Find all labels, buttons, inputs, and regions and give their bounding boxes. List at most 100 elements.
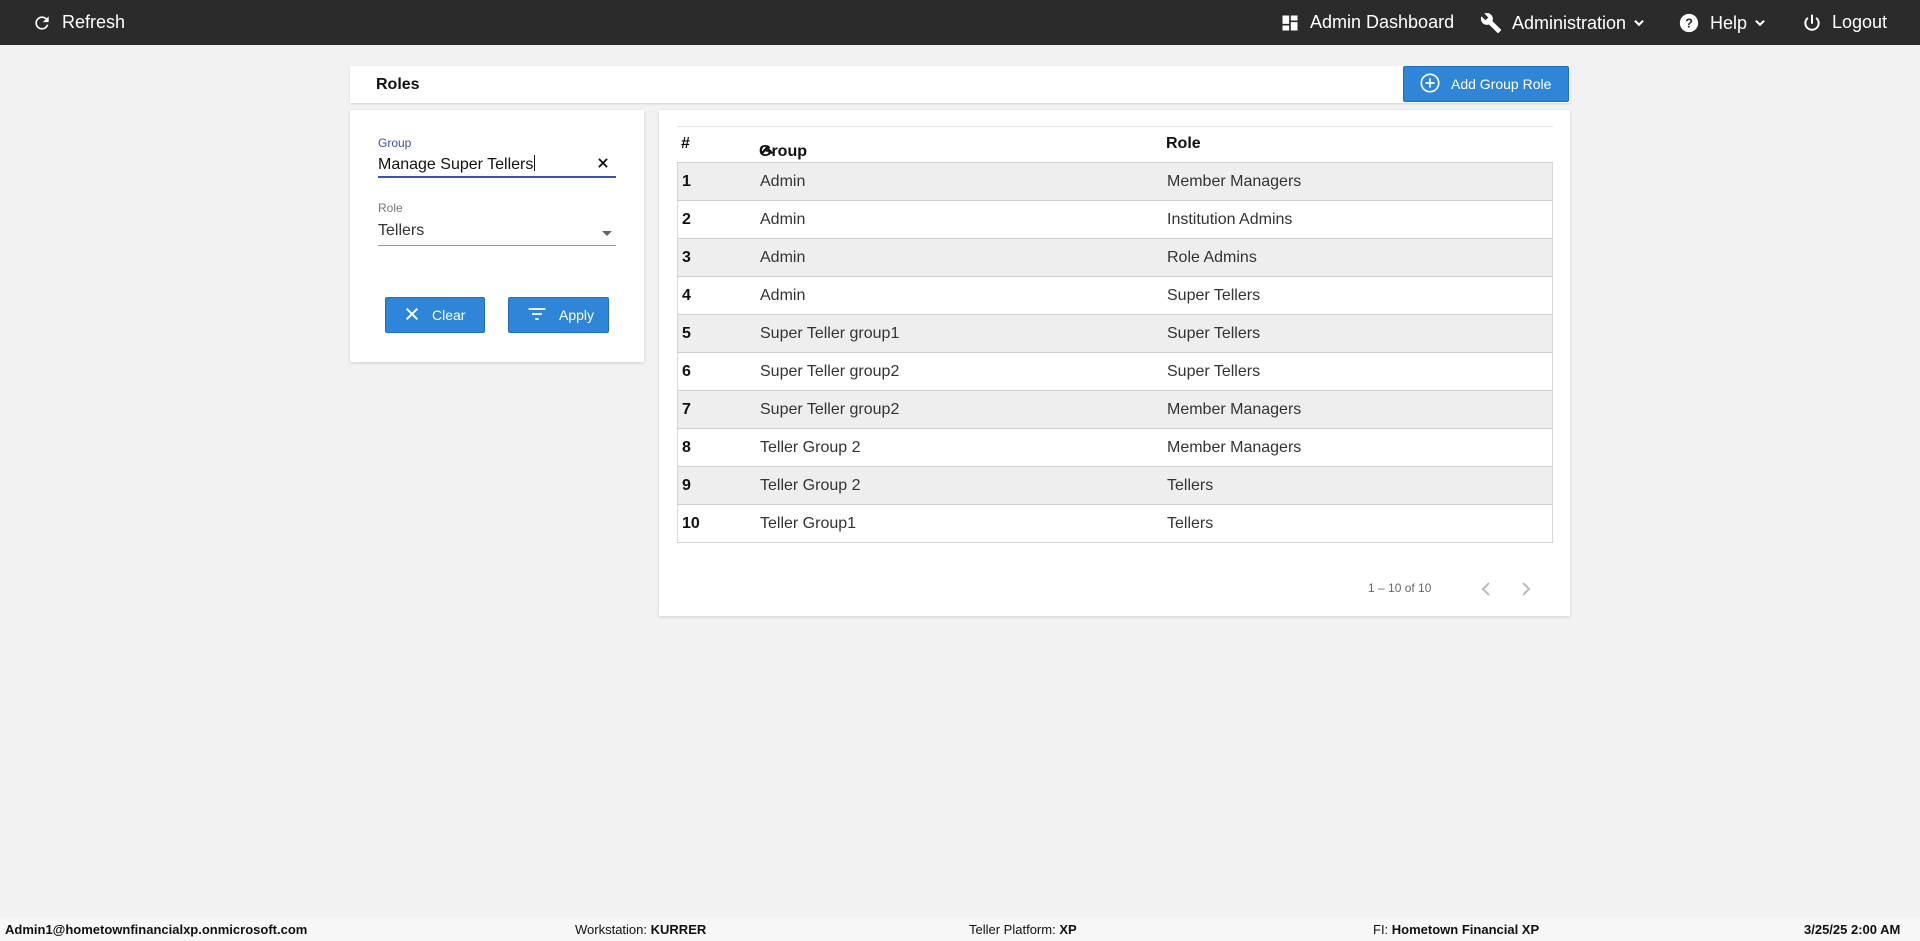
footer-fi: FI: Hometown Financial XP: [1373, 922, 1539, 937]
workstation-label: Workstation:: [575, 922, 648, 937]
close-icon: [386, 306, 432, 325]
row-group-cell: Admin: [760, 173, 806, 190]
add-group-role-button[interactable]: Add Group Role: [1403, 66, 1569, 102]
dropdown-arrow-icon: [602, 231, 612, 236]
workstation-value: KURRER: [650, 922, 707, 937]
row-number-cell: 1: [682, 173, 691, 190]
teller-platform-value: XP: [1059, 922, 1077, 937]
logout-button[interactable]: Logout: [1802, 12, 1887, 33]
role-select[interactable]: Tellers: [378, 220, 616, 246]
sort-asc-icon: [760, 143, 774, 161]
svg-text:?: ?: [1685, 16, 1693, 31]
table-row[interactable]: 8 Teller Group 2 Member Managers: [677, 429, 1553, 467]
pagination-range: 1 – 10 of 10: [1368, 581, 1432, 595]
table-row[interactable]: 3 Admin Role Admins: [677, 239, 1553, 277]
table-row[interactable]: 9 Teller Group 2 Tellers: [677, 467, 1553, 505]
table-row[interactable]: 4 Admin Super Tellers: [677, 277, 1553, 315]
power-icon: [1802, 13, 1822, 33]
chevron-down-icon: [1753, 16, 1767, 30]
table-row[interactable]: 6 Super Teller group2 Super Tellers: [677, 353, 1553, 391]
row-number-cell: 2: [682, 211, 691, 228]
row-number-cell: 6: [682, 363, 691, 380]
table-row[interactable]: 2 Admin Institution Admins: [677, 201, 1553, 239]
row-role-cell: Super Tellers: [1167, 363, 1261, 380]
admin-dashboard-label: Admin Dashboard: [1310, 12, 1455, 32]
roles-table-card: # Group Role 1 Admin Member Managers 2 Admin…: [659, 110, 1570, 616]
logout-label: Logout: [1832, 12, 1888, 32]
refresh-icon: [32, 13, 52, 33]
role-field-label: Role: [378, 201, 403, 215]
row-number-cell: 5: [682, 325, 691, 342]
row-role-cell: Member Managers: [1167, 401, 1302, 418]
top-navigation-bar: Refresh Admin Dashboard Administration ?…: [0, 0, 1920, 45]
row-role-cell: Member Managers: [1167, 173, 1302, 190]
row-group-cell: Admin: [760, 287, 806, 304]
row-group-cell: Teller Group 2: [760, 477, 861, 494]
chevron-down-icon: [1632, 16, 1646, 30]
footer-teller-platform: Teller Platform: XP: [969, 922, 1077, 937]
apply-label: Apply: [559, 307, 595, 323]
filter-panel: Group Manage Super Tellers Role Tellers …: [350, 110, 644, 362]
apply-button[interactable]: Apply: [508, 297, 609, 333]
row-number-cell: 7: [682, 401, 691, 418]
row-group-cell: Super Teller group2: [760, 401, 900, 418]
row-number-cell: 4: [682, 287, 691, 304]
table-row[interactable]: 1 Admin Member Managers: [677, 163, 1553, 201]
table-header: # Group Role: [677, 126, 1553, 163]
table-row[interactable]: 5 Super Teller group1 Super Tellers: [677, 315, 1553, 353]
row-number-cell: 8: [682, 439, 691, 456]
help-circle-icon: ?: [1678, 12, 1700, 34]
row-role-cell: Institution Admins: [1167, 211, 1293, 228]
row-role-cell: Super Tellers: [1167, 325, 1261, 342]
clear-input-icon[interactable]: [596, 156, 610, 175]
group-input[interactable]: Manage Super Tellers: [378, 154, 616, 178]
row-group-cell: Teller Group1: [760, 515, 857, 532]
teller-platform-label: Teller Platform:: [969, 922, 1056, 937]
group-field-label: Group: [378, 136, 412, 150]
refresh-label: Refresh: [62, 12, 126, 32]
dashboard-icon: [1280, 13, 1300, 33]
row-group-cell: Teller Group 2: [760, 439, 861, 456]
refresh-button[interactable]: Refresh: [32, 12, 125, 33]
clear-button[interactable]: Clear: [385, 297, 485, 333]
plus-circle-icon: [1404, 72, 1451, 97]
page-title: Roles: [376, 76, 420, 93]
row-group-cell: Super Teller group1: [760, 325, 900, 342]
column-header-number[interactable]: #: [681, 135, 690, 153]
row-group-cell: Admin: [760, 211, 806, 228]
table-row[interactable]: 10 Teller Group1 Tellers: [677, 505, 1553, 543]
role-select-value: Tellers: [378, 222, 425, 239]
help-label: Help: [1710, 12, 1748, 33]
wrench-icon: [1480, 12, 1502, 34]
group-input-value: Manage Super Tellers: [378, 156, 534, 173]
help-menu[interactable]: ? Help: [1678, 12, 1767, 34]
filter-icon: [509, 306, 559, 325]
row-number-cell: 9: [682, 477, 691, 494]
text-cursor: [534, 155, 536, 171]
add-group-role-label: Add Group Role: [1451, 76, 1552, 92]
fi-label: FI:: [1373, 922, 1389, 937]
row-group-cell: Super Teller group2: [760, 363, 900, 380]
row-role-cell: Tellers: [1167, 477, 1214, 494]
footer-datetime: 3/25/25 2:00 AM: [1804, 922, 1901, 937]
roles-header: Roles: [350, 66, 1570, 103]
next-page-icon[interactable]: [1519, 580, 1533, 603]
roles-table: # Group Role 1 Admin Member Managers 2 Admin…: [677, 126, 1553, 543]
row-role-cell: Role Admins: [1167, 249, 1257, 266]
row-group-cell: Admin: [760, 249, 806, 266]
clear-label: Clear: [432, 307, 466, 323]
previous-page-icon[interactable]: [1479, 580, 1493, 603]
row-role-cell: Super Tellers: [1167, 287, 1261, 304]
column-header-role[interactable]: Role: [1166, 135, 1201, 153]
table-row[interactable]: 7 Super Teller group2 Member Managers: [677, 391, 1553, 429]
row-number-cell: 3: [682, 249, 691, 266]
row-number-cell: 10: [682, 515, 700, 532]
admin-dashboard-link[interactable]: Admin Dashboard: [1280, 12, 1454, 33]
administration-menu[interactable]: Administration: [1480, 12, 1646, 34]
row-role-cell: Member Managers: [1167, 439, 1302, 456]
row-role-cell: Tellers: [1167, 515, 1214, 532]
footer-user: Admin1@hometownfinancialxp.onmicrosoft.c…: [5, 922, 308, 937]
footer-workstation: Workstation: KURRER: [575, 922, 706, 937]
fi-value: Hometown Financial XP: [1391, 922, 1540, 937]
administration-label: Administration: [1512, 12, 1627, 33]
